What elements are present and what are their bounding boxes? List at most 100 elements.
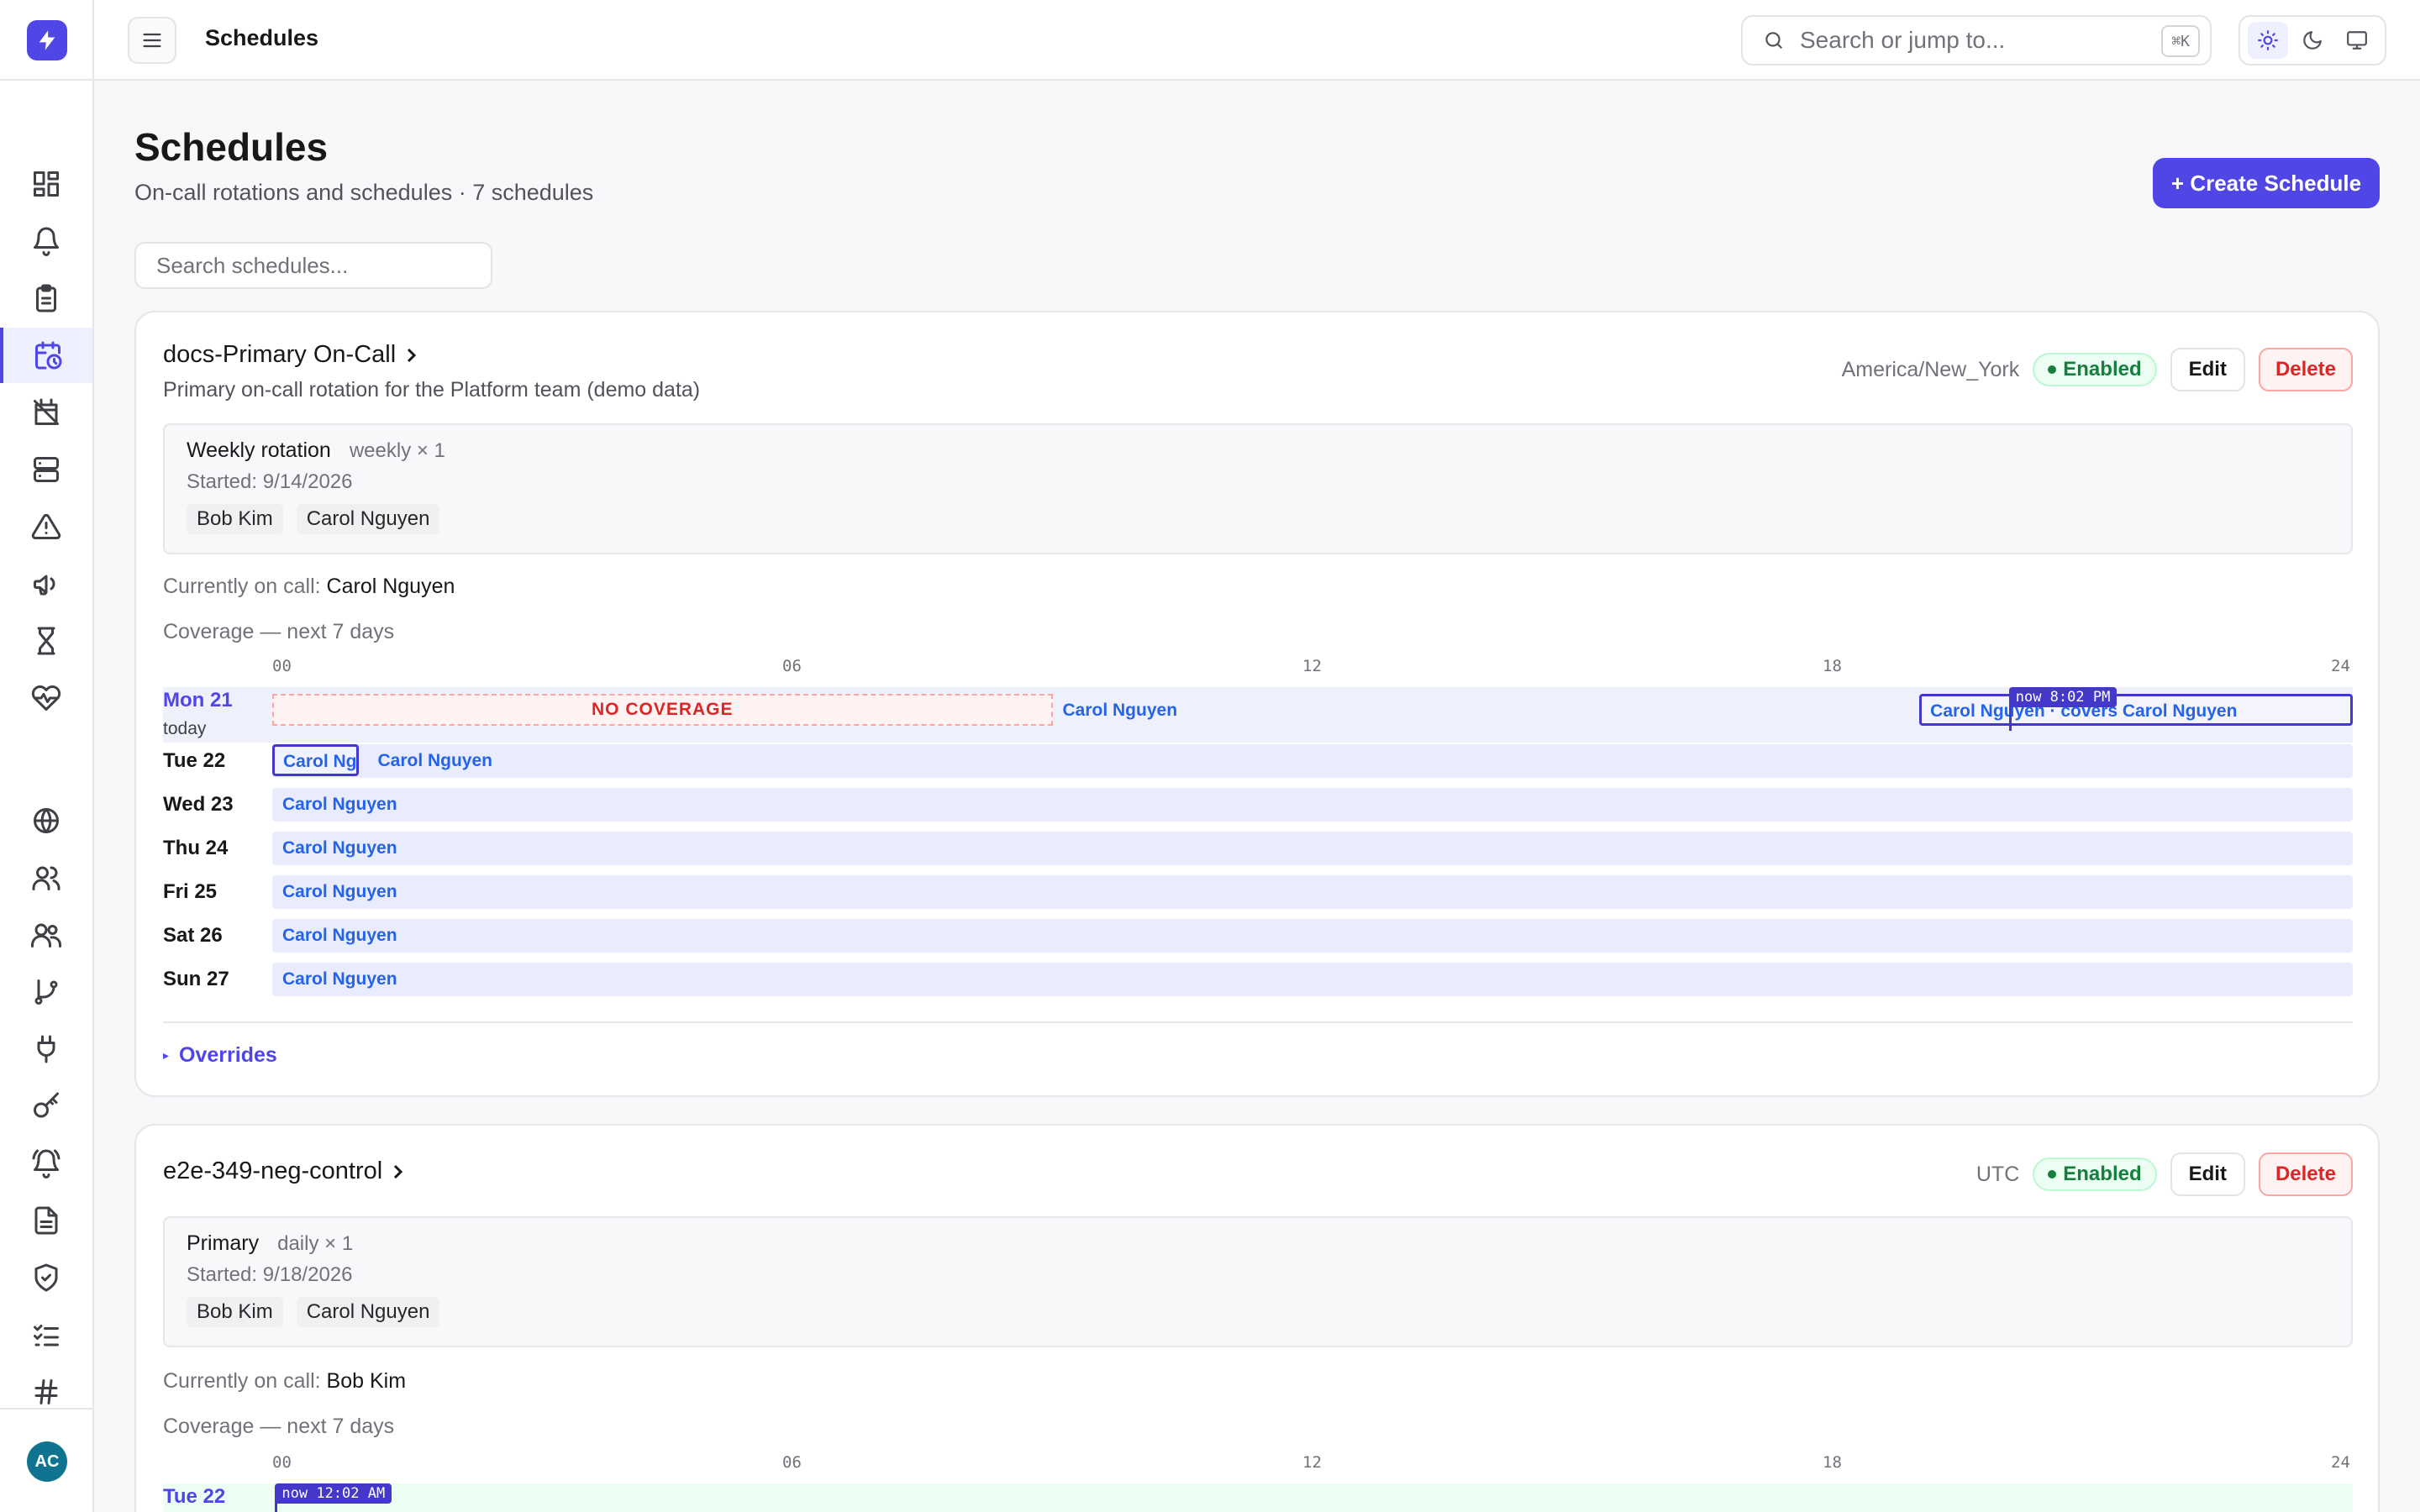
key-icon: [34, 1092, 59, 1118]
nav-announcements[interactable]: [0, 556, 92, 612]
day-label: Fri 25: [163, 880, 218, 903]
member-chip: Carol Nguyen: [296, 504, 440, 534]
shift-block[interactable]: Carol Nguyen: [282, 882, 397, 902]
shift-block[interactable]: Carol Nguyen: [377, 751, 492, 771]
coverage-track: [272, 919, 2353, 953]
card-divider: [163, 1021, 2353, 1023]
nav-integrations[interactable]: [0, 1021, 92, 1077]
rotation-start: Started: 9/14/2026: [187, 470, 353, 493]
coverage-track: [272, 875, 2353, 909]
status-dot: [2048, 365, 2057, 374]
schedule-timezone: UTC: [1975, 1162, 2020, 1186]
hour-tick-label: 00: [272, 1453, 292, 1472]
nav-users[interactable]: [0, 850, 92, 906]
chevron-right-icon: [408, 348, 417, 362]
nav-security[interactable]: [0, 1250, 92, 1305]
nav-api-keys[interactable]: [0, 1079, 92, 1134]
globe-icon: [34, 808, 59, 833]
hour-tick-label: 12: [1302, 1453, 1322, 1472]
user-avatar[interactable]: AC: [27, 1441, 67, 1482]
shift-block[interactable]: Carol Nguyen: [282, 926, 397, 946]
menu-toggle-button[interactable]: [128, 17, 176, 64]
nav-maintenance[interactable]: [0, 385, 92, 440]
schedule-name-link[interactable]: docs-Primary On-Call: [163, 341, 421, 369]
now-indicator-tag: now 8:02 PM: [2008, 687, 2118, 707]
chevron-right-icon: [394, 1164, 403, 1179]
day-label: Thu 24: [163, 837, 229, 859]
schedule-timezone: America/New_York: [1841, 357, 2020, 381]
nav-status-pages[interactable]: [0, 793, 92, 848]
day-label: Tue 22: [163, 1485, 226, 1508]
nav-workflows[interactable]: [0, 964, 92, 1020]
sidebar-divider: [0, 79, 92, 81]
override-block[interactable]: Carol Nguyen · covers Carol Nguyen: [1919, 694, 2353, 726]
delete-button[interactable]: Delete: [2258, 348, 2353, 391]
hour-tick-label: 24: [2331, 657, 2350, 675]
nav-incidents[interactable]: [0, 270, 92, 326]
theme-system-button[interactable]: [2337, 22, 2377, 59]
nav-alerts[interactable]: [0, 213, 92, 269]
sun-icon: [2257, 30, 2278, 50]
users-icon: [32, 866, 60, 890]
nav-channels[interactable]: [0, 1364, 92, 1420]
search-placeholder: Search or jump to...: [1800, 27, 2006, 53]
delete-button[interactable]: Delete: [2258, 1152, 2353, 1196]
dashboard-icon: [34, 171, 59, 197]
calendar-clock-icon: [35, 341, 62, 370]
theme-dark-button[interactable]: [2292, 22, 2333, 59]
calendar-off-icon: [34, 398, 59, 425]
overrides-toggle[interactable]: ▸ Overrides: [163, 1043, 277, 1068]
shift-block[interactable]: Carol Nguyen: [282, 969, 397, 990]
status-text: Enabled: [2063, 1163, 2142, 1185]
shift-block[interactable]: Carol Nguyen: [282, 795, 397, 815]
day-label: Tue 22: [163, 749, 226, 772]
lightning-icon: [39, 30, 55, 50]
no-coverage-block[interactable]: NO COVERAGE: [272, 694, 1053, 726]
status-dot: [2048, 1170, 2057, 1179]
schedule-description: Primary on-call rotation for the Platfor…: [163, 378, 701, 402]
global-search[interactable]: Search or jump to... ⌘K: [1741, 15, 2212, 66]
page-title: Schedules: [134, 125, 329, 169]
theme-light-button[interactable]: [2247, 22, 2288, 59]
override-block[interactable]: Carol Nguyen: [272, 744, 360, 776]
bell-icon: [34, 227, 59, 256]
override-label: Carol Nguyen: [283, 752, 357, 771]
coverage-track: [272, 744, 2353, 778]
git-branch-icon: [34, 979, 58, 1005]
nav-services[interactable]: [0, 442, 92, 497]
nav-health[interactable]: [0, 670, 92, 726]
edit-button[interactable]: Edit: [2170, 348, 2245, 391]
schedule-name-link[interactable]: e2e-349-neg-control: [163, 1158, 408, 1185]
shift-block[interactable]: Carol Nguyen: [1063, 701, 1178, 721]
plug-icon: [37, 1035, 55, 1063]
create-schedule-button[interactable]: + Create Schedule: [2153, 158, 2380, 208]
shift-block[interactable]: Carol Nguyen: [282, 838, 397, 858]
schedule-actions: UTC Enabled Edit Delete: [1976, 1152, 2353, 1196]
nav-dashboard[interactable]: [0, 156, 92, 212]
edit-button[interactable]: Edit: [2170, 1152, 2245, 1196]
nav-notifications[interactable]: [0, 1136, 92, 1191]
schedule-name: docs-Primary On-Call: [163, 341, 397, 368]
nav-postmortems[interactable]: [0, 1193, 92, 1248]
nav-timers[interactable]: [0, 613, 92, 669]
now-indicator-tag: now 12:02 AM: [275, 1483, 392, 1504]
nav-schedules[interactable]: [0, 328, 92, 383]
nav-escalations[interactable]: [0, 499, 92, 554]
header-title: Schedules: [205, 25, 319, 50]
rotation-kind: daily × 1: [277, 1232, 354, 1255]
app-logo[interactable]: [27, 20, 67, 60]
rotation-header: Primary daily × 1: [187, 1231, 353, 1256]
server-icon: [34, 457, 59, 482]
schedule-card: e2e-349-neg-control UTC Enabled Edit Del…: [134, 1124, 2380, 1512]
oncall-name: Bob Kim: [326, 1369, 407, 1393]
currently-on-call: Currently on call: Bob Kim: [163, 1369, 406, 1394]
monitor-icon: [2347, 31, 2368, 50]
nav-checklists[interactable]: [0, 1307, 92, 1362]
coverage-label: Coverage — next 7 days: [163, 620, 395, 643]
rotation-name: Weekly rotation: [187, 438, 331, 462]
nav-teams[interactable]: [0, 907, 92, 963]
schedule-search-input[interactable]: [134, 242, 492, 289]
member-chip: Bob Kim: [187, 1297, 283, 1327]
day-label: Sun 27: [163, 968, 229, 990]
coverage-track: [272, 832, 2353, 865]
